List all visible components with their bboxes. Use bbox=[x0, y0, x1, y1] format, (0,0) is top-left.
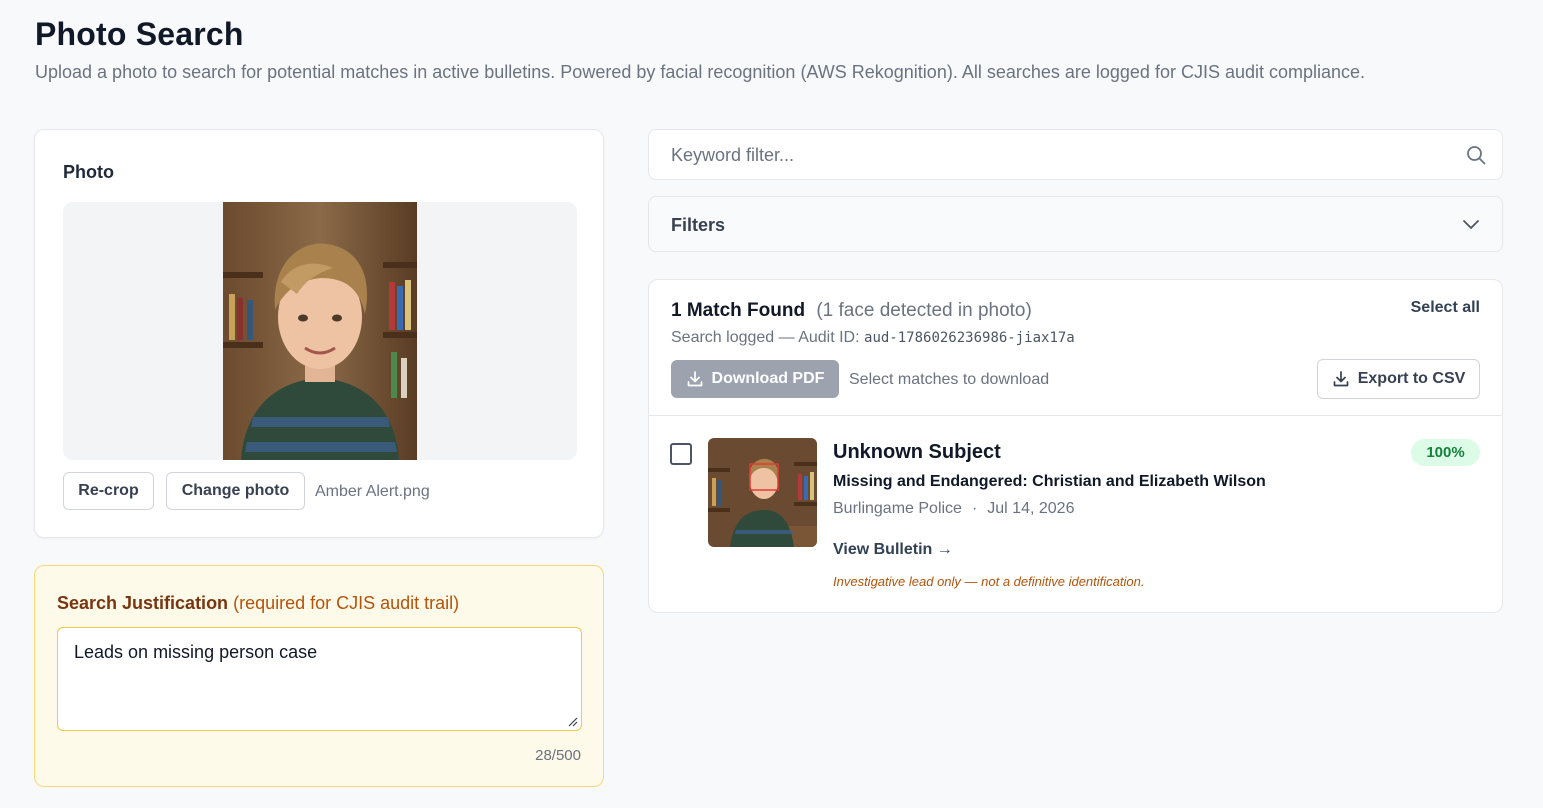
results-card: 1 Match Found (1 face detected in photo)… bbox=[648, 279, 1503, 613]
export-label: Export to CSV bbox=[1357, 370, 1466, 387]
search-icon[interactable] bbox=[1466, 145, 1486, 165]
justification-label: Search Justification bbox=[57, 593, 229, 613]
subject-name: Unknown Subject bbox=[833, 441, 1001, 463]
agency-name: Burlingame Police bbox=[833, 500, 962, 517]
audit-line: Search logged — Audit ID: aud-1786026236… bbox=[671, 329, 1075, 347]
download-label: Download PDF bbox=[711, 370, 825, 387]
audit-id: aud-1786026236986-jiax17a bbox=[864, 330, 1075, 346]
search-placeholder: Keyword filter... bbox=[671, 145, 795, 165]
filters-label: Filters bbox=[671, 215, 726, 235]
match-count: 1 Match Found bbox=[671, 300, 806, 321]
keyword-filter-input[interactable]: Keyword filter... bbox=[648, 129, 1503, 180]
result-checkbox[interactable] bbox=[670, 443, 692, 465]
match-heading: 1 Match Found (1 face detected in photo) bbox=[671, 300, 1032, 322]
page-subtitle: Upload a photo to search for potential m… bbox=[35, 62, 1366, 82]
photo-preview bbox=[63, 202, 577, 460]
justification-card: Search Justification (required for CJIS … bbox=[34, 565, 604, 787]
disclaimer: Investigative lead only — not a definiti… bbox=[833, 574, 1145, 589]
uploaded-photo bbox=[223, 202, 417, 460]
justification-title: Search Justification (required for CJIS … bbox=[57, 593, 459, 614]
audit-prefix: Search logged — Audit ID: bbox=[671, 329, 860, 346]
select-all-link[interactable]: Select all bbox=[1411, 299, 1480, 317]
filters-toggle[interactable]: Filters bbox=[648, 196, 1503, 252]
recrop-button[interactable]: Re-crop bbox=[63, 472, 154, 510]
match-score-badge: 100% bbox=[1411, 439, 1480, 466]
chevron-down-icon bbox=[1463, 220, 1479, 229]
agency-line: Burlingame Police · Jul 14, 2026 bbox=[833, 500, 1074, 518]
resize-grip-icon[interactable] bbox=[568, 717, 578, 727]
download-icon bbox=[687, 371, 702, 387]
download-hint: Select matches to download bbox=[849, 371, 1050, 388]
photo-label: Photo bbox=[63, 162, 114, 182]
download-pdf-button[interactable]: Download PDF bbox=[671, 360, 839, 398]
char-count: 28/500 bbox=[535, 747, 581, 764]
faces-detected: (1 face detected in photo) bbox=[816, 300, 1032, 321]
change-photo-button[interactable]: Change photo bbox=[166, 472, 305, 510]
export-csv-button[interactable]: Export to CSV bbox=[1317, 359, 1480, 399]
justification-value: Leads on missing person case bbox=[74, 642, 318, 662]
separator: · bbox=[971, 500, 978, 517]
justification-hint: (required for CJIS audit trail) bbox=[233, 593, 460, 613]
download-icon bbox=[1333, 371, 1349, 387]
view-bulletin-link[interactable]: View Bulletin → bbox=[833, 541, 953, 559]
divider bbox=[649, 415, 1502, 416]
match-thumbnail[interactable] bbox=[708, 438, 817, 547]
bulletin-title: Missing and Endangered: Christian and El… bbox=[833, 473, 1266, 490]
photo-card: Photo Re-crop Change photo Amber Alert.p… bbox=[34, 129, 604, 538]
file-name: Amber Alert.png bbox=[315, 483, 430, 500]
page-title: Photo Search bbox=[35, 16, 244, 52]
justification-textarea[interactable]: Leads on missing person case bbox=[57, 627, 582, 731]
bulletin-date: Jul 14, 2026 bbox=[987, 500, 1075, 517]
